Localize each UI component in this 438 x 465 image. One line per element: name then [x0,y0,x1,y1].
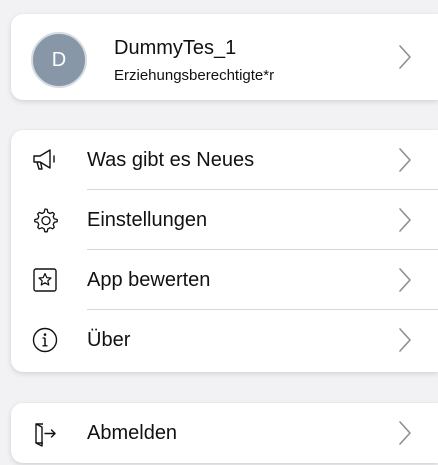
menu-item-label: Was gibt es Neues [87,149,255,171]
avatar: D [31,32,87,88]
star-box-icon [30,265,60,295]
menu-item-label: Über [87,329,131,351]
logout-card: Abmelden [11,403,438,463]
profile-name: DummyTes_1 [114,37,237,59]
menu-item-rate-app[interactable]: App bewerten [11,250,438,310]
profile-card[interactable]: D DummyTes_1 Erziehungsberechtigte*r [11,14,438,100]
chevron-right-icon [398,146,412,174]
chevron-right-icon [398,326,412,354]
menu-item-label: Einstellungen [87,209,208,231]
menu-item-settings[interactable]: Einstellungen [11,190,438,250]
chevron-right-icon [398,206,412,234]
menu-item-about[interactable]: Über [11,310,438,370]
megaphone-icon [30,145,60,175]
menu-item-whats-new[interactable]: Was gibt es Neues [11,130,438,190]
info-icon [30,325,60,355]
logout-door-icon [30,418,60,448]
menu-item-label: App bewerten [87,269,211,291]
profile-role: Erziehungsberechtigte*r [114,67,275,84]
logout-button[interactable]: Abmelden [11,403,438,463]
logout-label: Abmelden [87,422,178,444]
menu-card: Was gibt es Neues Einstellungen App bewe… [11,130,438,372]
gear-icon [30,205,60,235]
chevron-right-icon [398,43,412,71]
chevron-right-icon [398,419,412,447]
chevron-right-icon [398,266,412,294]
